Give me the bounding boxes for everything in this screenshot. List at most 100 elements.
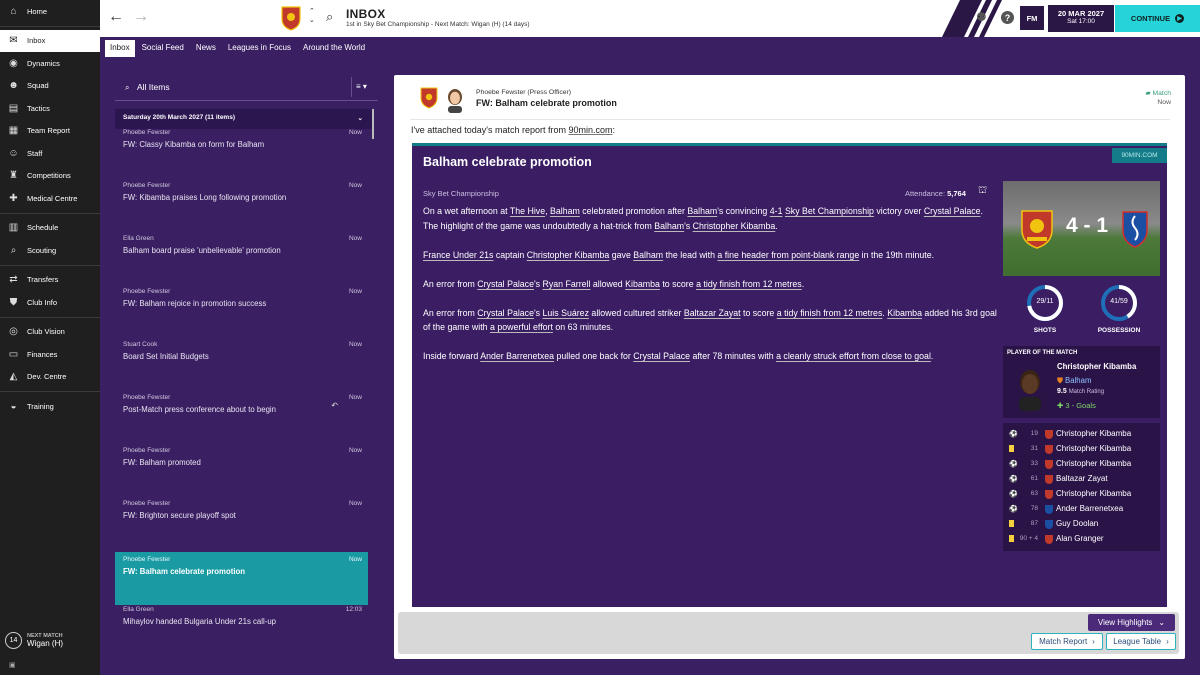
report-link[interactable]: Crystal Palace (477, 279, 534, 289)
sidebar-item-staff[interactable]: ☺ Staff (0, 142, 100, 165)
list-item[interactable]: Phoebe Fewster FW: Classy Kibamba on form… (115, 125, 368, 177)
sidebar-item-inbox[interactable]: ✉ Inbox (0, 29, 100, 52)
list-item[interactable]: Phoebe Fewster FW: Balham promoted Now (115, 443, 368, 495)
report-link[interactable]: 4-1 (770, 206, 783, 216)
sidebar-item-dynamics[interactable]: ◉ Dynamics (0, 52, 100, 75)
report-link[interactable]: Kibamba (625, 279, 660, 289)
match-report-button[interactable]: Match Report › (1031, 633, 1103, 650)
match-event-row[interactable]: ⚽ 33 Christopher Kibamba (1003, 458, 1160, 473)
report-link[interactable]: Balham (687, 206, 717, 216)
report-link[interactable]: Balham (633, 250, 663, 260)
scrollbar[interactable] (372, 109, 374, 139)
match-event-row[interactable]: 90 + 4 Alan Granger (1003, 533, 1160, 548)
view-highlights-button[interactable]: View Highlights ⌄ (1088, 614, 1175, 631)
finances-icon: ▭ (8, 348, 19, 360)
report-link[interactable]: a cleanly struck effort from close to go… (776, 351, 931, 361)
sidebar-item-medical-centre[interactable]: ✚ Medical Centre (0, 187, 100, 210)
home-icon: ⌂ (10, 5, 17, 17)
report-link[interactable]: Balham (550, 206, 580, 216)
report-link[interactable]: The Hive (510, 206, 545, 216)
sidebar-item-club-vision[interactable]: ◎ Club Vision (0, 321, 100, 344)
competition-name[interactable]: Sky Bet Championship (423, 189, 499, 198)
list-options-icon[interactable]: ≡ ▾ (356, 82, 367, 91)
report-link[interactable]: Ander Barrenetxea (480, 351, 554, 361)
game-date[interactable]: 20 MAR 2027 Sat 17:00 (1048, 5, 1114, 32)
list-item[interactable]: Ella Green Mihaylov handed Bulgaria Under… (115, 602, 368, 654)
league-table-button[interactable]: League Table › (1106, 633, 1176, 650)
sidebar-item-dev-centre[interactable]: ◭ Dev. Centre (0, 366, 100, 389)
fm-menu-button[interactable]: FM (1020, 6, 1044, 30)
sidebar-item-club-info[interactable]: ⛊ Club Info (0, 291, 100, 314)
sidebar-item-tactics[interactable]: ▤ Tactics (0, 97, 100, 120)
report-link[interactable]: a tidy finish from 12 metres (696, 279, 802, 289)
report-link[interactable]: Crystal Palace (924, 206, 981, 216)
back-arrow-icon[interactable]: ← (108, 8, 124, 26)
scoreboard[interactable]: 4 - 1 (1003, 181, 1160, 276)
league-table-label: League Table (1113, 637, 1162, 646)
sidebar-item-team-report[interactable]: ▦ Team Report (0, 120, 100, 143)
sidebar-item-home[interactable]: ⌂ Home (0, 0, 100, 23)
report-link[interactable]: Christopher Kibamba (693, 221, 776, 231)
search-icon[interactable]: ⌕ (326, 9, 333, 25)
potm-name[interactable]: Christopher Kibamba (1057, 362, 1136, 371)
match-event-row[interactable]: 31 Christopher Kibamba (1003, 443, 1160, 458)
tab-social-feed[interactable]: Social Feed (137, 40, 189, 57)
filter-search-icon[interactable]: ⌕ (125, 83, 129, 93)
list-item[interactable]: Ella Green Balham board praise 'unbelieva… (115, 231, 368, 283)
tab-leagues-in-focus[interactable]: Leagues in Focus (223, 40, 296, 57)
sidebar-toggle-icon[interactable]: ▣ (9, 661, 16, 669)
sidebar-item-label: Dev. Centre (27, 372, 67, 382)
event-minute: 78 (1030, 505, 1038, 512)
sidebar-item-schedule[interactable]: ▥ Schedule (0, 217, 100, 240)
match-event-row[interactable]: ⚽ 63 Christopher Kibamba (1003, 488, 1160, 503)
club-switch-icon[interactable]: ⌃ ⌄ (309, 7, 315, 25)
report-link[interactable]: Ryan Farrell (543, 279, 591, 289)
sidebar-item-training[interactable]: ◒ Training (0, 395, 100, 418)
message-time: Now (348, 500, 362, 507)
forward-arrow-icon[interactable]: → (133, 8, 149, 26)
continue-button[interactable]: CONTINUE ▶ (1115, 5, 1200, 32)
report-link[interactable]: Crystal Palace (633, 351, 690, 361)
tab-news[interactable]: News (191, 40, 221, 57)
help-icon[interactable]: ? (1001, 11, 1014, 24)
list-item[interactable]: Phoebe Fewster FW: Kibamba praises Long f… (115, 178, 368, 230)
list-item[interactable]: Phoebe Fewster FW: Brighton secure playof… (115, 496, 368, 548)
club-status-icon[interactable]: ⚉ (976, 10, 987, 24)
list-item[interactable]: Phoebe Fewster FW: Balham celebrate promo… (115, 552, 368, 605)
sidebar-item-competitions[interactable]: ♜ Competitions (0, 165, 100, 188)
sidebar-item-scouting[interactable]: ⌕ Scouting (0, 239, 100, 262)
sidebar-item-squad[interactable]: ☻ Squad (0, 75, 100, 98)
match-event-row[interactable]: 87 Guy Doolan (1003, 518, 1160, 533)
report-link[interactable]: a fine header from point-blank range (717, 250, 859, 260)
sidebar-item-transfers[interactable]: ⇄ Transfers (0, 269, 100, 292)
match-event-row[interactable]: ⚽ 61 Baltazar Zayat (1003, 473, 1160, 488)
report-link[interactable]: France Under 21s (423, 250, 493, 260)
report-link[interactable]: a powerful effort (490, 322, 553, 332)
list-item[interactable]: Phoebe Fewster FW: Balham rejoice in prom… (115, 284, 368, 336)
report-link[interactable]: Christopher Kibamba (527, 250, 610, 260)
shots-value: 29/11 (1036, 298, 1054, 305)
report-link[interactable]: a tidy finish from 12 metres (777, 308, 883, 318)
report-link[interactable]: Kibamba (887, 308, 922, 318)
list-item[interactable]: Phoebe Fewster Post-Match press conferenc… (115, 390, 368, 442)
report-link[interactable]: Balham (654, 221, 684, 231)
report-link[interactable]: Luis Suárez (543, 308, 589, 318)
player-avatar[interactable] (1015, 367, 1045, 411)
potm-club[interactable]: ⛊ Balham (1057, 376, 1091, 386)
match-event-row[interactable]: ⚽ 78 Ander Barrenetxea (1003, 503, 1160, 518)
report-link[interactable]: Baltazar Zayat (684, 308, 741, 318)
club-crest-icon[interactable] (280, 5, 302, 31)
report-link[interactable]: Sky Bet Championship (785, 206, 874, 216)
filter-label[interactable]: All Items (137, 82, 170, 92)
tab-inbox[interactable]: Inbox (105, 40, 135, 57)
source-link[interactable]: 90min.com (569, 125, 613, 135)
tab-around-the-world[interactable]: Around the World (298, 40, 370, 57)
report-link[interactable]: Crystal Palace (477, 308, 534, 318)
match-event-row[interactable]: ⚽ 19 Christopher Kibamba (1003, 428, 1160, 443)
next-match-widget[interactable]: 14 NEXT MATCH Wigan (H) (5, 632, 63, 649)
list-item[interactable]: Stuart Cook Board Set Initial Budgets Now (115, 337, 368, 389)
sidebar-item-finances[interactable]: ▭ Finances (0, 343, 100, 366)
avatar[interactable] (445, 87, 465, 113)
sender-name[interactable]: Phoebe Fewster (Press Officer) (476, 89, 571, 96)
match-link[interactable]: ▰ Match (1145, 89, 1171, 97)
